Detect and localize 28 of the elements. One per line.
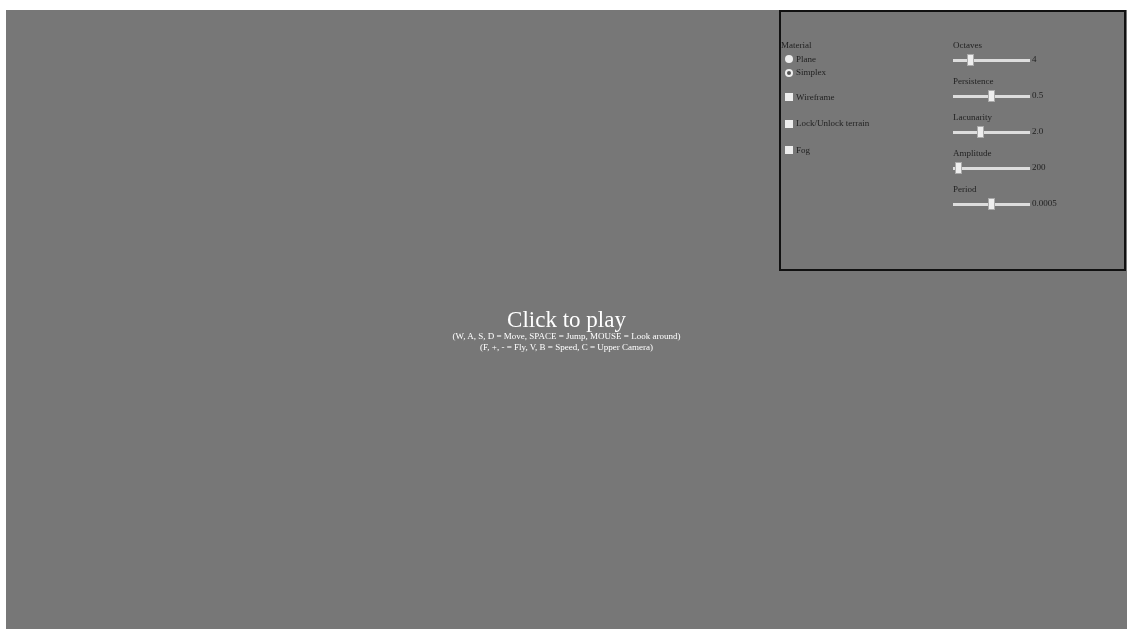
checkbox[interactable] bbox=[785, 93, 793, 102]
checkbox[interactable] bbox=[785, 119, 793, 128]
slider-label: Persistence bbox=[953, 75, 995, 88]
option-label: Simplex bbox=[796, 66, 826, 79]
slider-thumb[interactable] bbox=[987, 198, 995, 210]
controls-hint: (W, A, S, D = Move, SPACE = Jump, MOUSE = Look around) bbox=[451, 331, 682, 342]
slider-value: 2.0 bbox=[1032, 124, 1044, 138]
slider-label: Period bbox=[953, 183, 978, 196]
slider-thumb[interactable] bbox=[967, 54, 975, 66]
slider-label: Lacunarity bbox=[953, 111, 993, 124]
radio-button[interactable] bbox=[785, 55, 793, 64]
slider-label: Octaves bbox=[953, 39, 983, 52]
slider-thumb[interactable] bbox=[976, 126, 984, 138]
material-label: Material bbox=[781, 39, 813, 52]
slider-value: 0.0005 bbox=[1032, 196, 1057, 210]
slider-value: 0.5 bbox=[1032, 88, 1044, 102]
slider-thumb[interactable] bbox=[987, 90, 995, 102]
slider-value: 4 bbox=[1032, 52, 1037, 66]
checkbox-label: Fog bbox=[796, 143, 810, 157]
slider-thumb[interactable] bbox=[954, 162, 962, 174]
checkbox-label: Lock/Unlock terrain bbox=[796, 117, 870, 130]
radio-button[interactable] bbox=[785, 68, 793, 77]
checkbox[interactable] bbox=[785, 146, 793, 155]
slider-label: Amplitude bbox=[953, 147, 993, 160]
controls-hint: (F, +, - = Fly, V, B = Speed, C = Upper Camera) bbox=[479, 341, 654, 353]
checkbox-label: Wireframe bbox=[796, 90, 835, 104]
option-label: Plane bbox=[796, 52, 816, 66]
slider-value: 200 bbox=[1032, 160, 1046, 174]
